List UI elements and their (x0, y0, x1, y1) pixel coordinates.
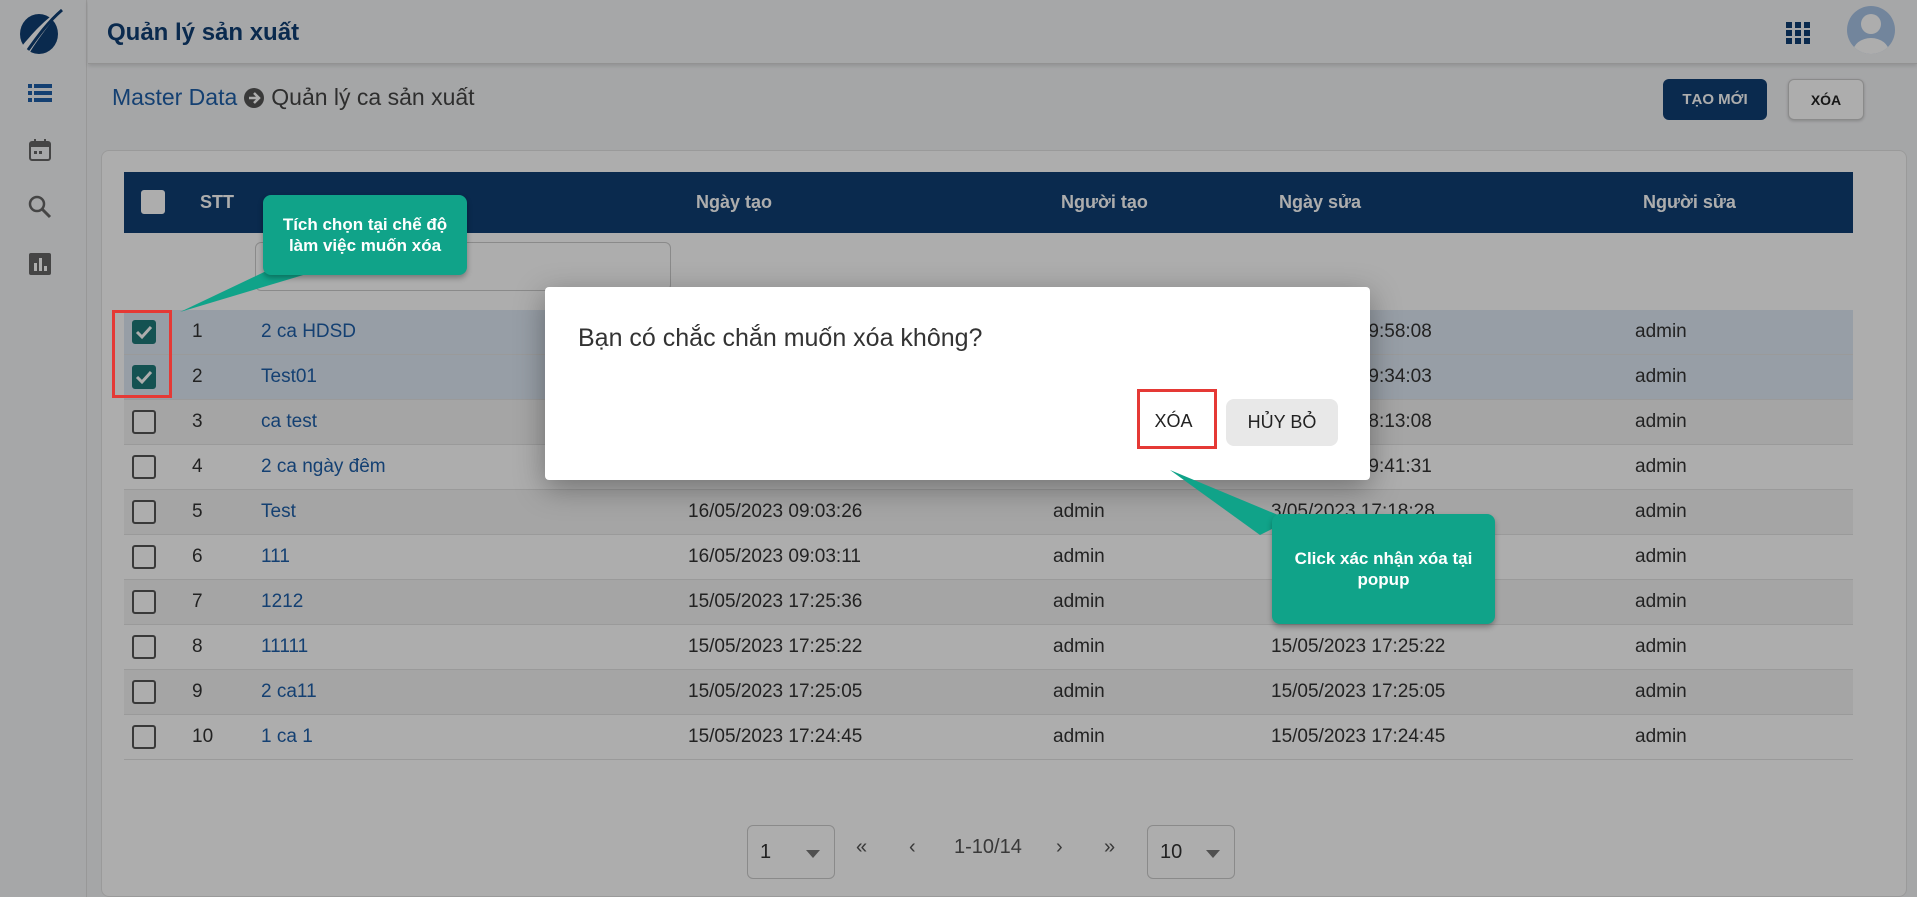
highlight-checked-rows (112, 310, 172, 398)
callout-confirm-delete: Click xác nhận xóa tại popup (1272, 514, 1495, 624)
dialog-message: Bạn có chắc chắn muốn xóa không? (578, 324, 983, 352)
callout-select-rows: Tích chọn tại chế độ làm việc muốn xóa (263, 195, 467, 275)
dialog-cancel-button[interactable]: HỦY BỎ (1226, 399, 1338, 446)
confirm-delete-dialog: Bạn có chắc chắn muốn xóa không? XÓA HỦY… (545, 287, 1370, 480)
highlight-confirm-button (1137, 389, 1217, 449)
